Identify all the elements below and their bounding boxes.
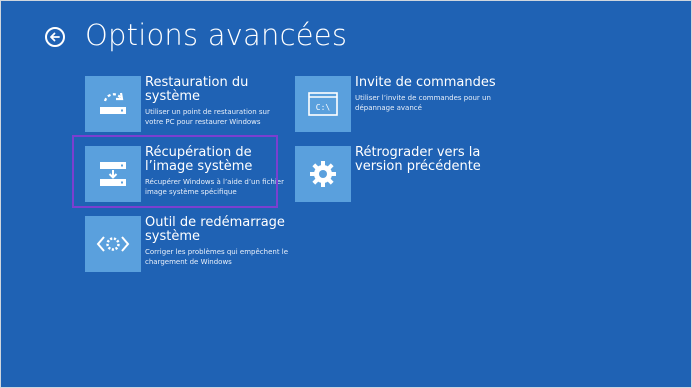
option-name: Restauration du système [145, 75, 249, 104]
startup-repair-icon [85, 216, 141, 272]
option-description: Corriger les problèmes qui empêchent le … [145, 248, 289, 266]
option-name: Outil de redémarrage système [145, 215, 285, 244]
command-prompt-icon-text: C:\ [316, 103, 331, 112]
option-description: Utiliser un point de restauration sur vo… [145, 108, 270, 126]
option-command-prompt[interactable]: C:\ Invite de commandes Utiliser l’invit… [295, 76, 500, 132]
command-prompt-icon: C:\ [295, 76, 351, 132]
option-name: Récupération de l’image système [145, 145, 253, 174]
gear-icon [295, 146, 351, 202]
option-description: Utiliser l’invite de commandes pour un d… [355, 94, 491, 112]
option-system-image-recovery[interactable]: Récupération de l’image système Récupére… [85, 146, 290, 202]
option-name: Invite de commandes [355, 75, 496, 90]
option-name: Rétrograder vers la version précédente [355, 145, 481, 174]
back-button[interactable] [45, 27, 65, 47]
system-restore-icon [85, 76, 141, 132]
option-description: Récupérer Windows à l’aide d’un fichier … [145, 178, 284, 196]
option-go-back[interactable]: Rétrograder vers la version précédente [295, 146, 500, 202]
back-arrow-icon [50, 32, 60, 42]
option-startup-repair[interactable]: Outil de redémarrage système Corriger le… [85, 216, 290, 272]
page-title: Options avancées [85, 18, 348, 52]
option-system-restore[interactable]: Restauration du système Utiliser un poin… [85, 76, 290, 132]
system-image-recovery-icon [85, 146, 141, 202]
